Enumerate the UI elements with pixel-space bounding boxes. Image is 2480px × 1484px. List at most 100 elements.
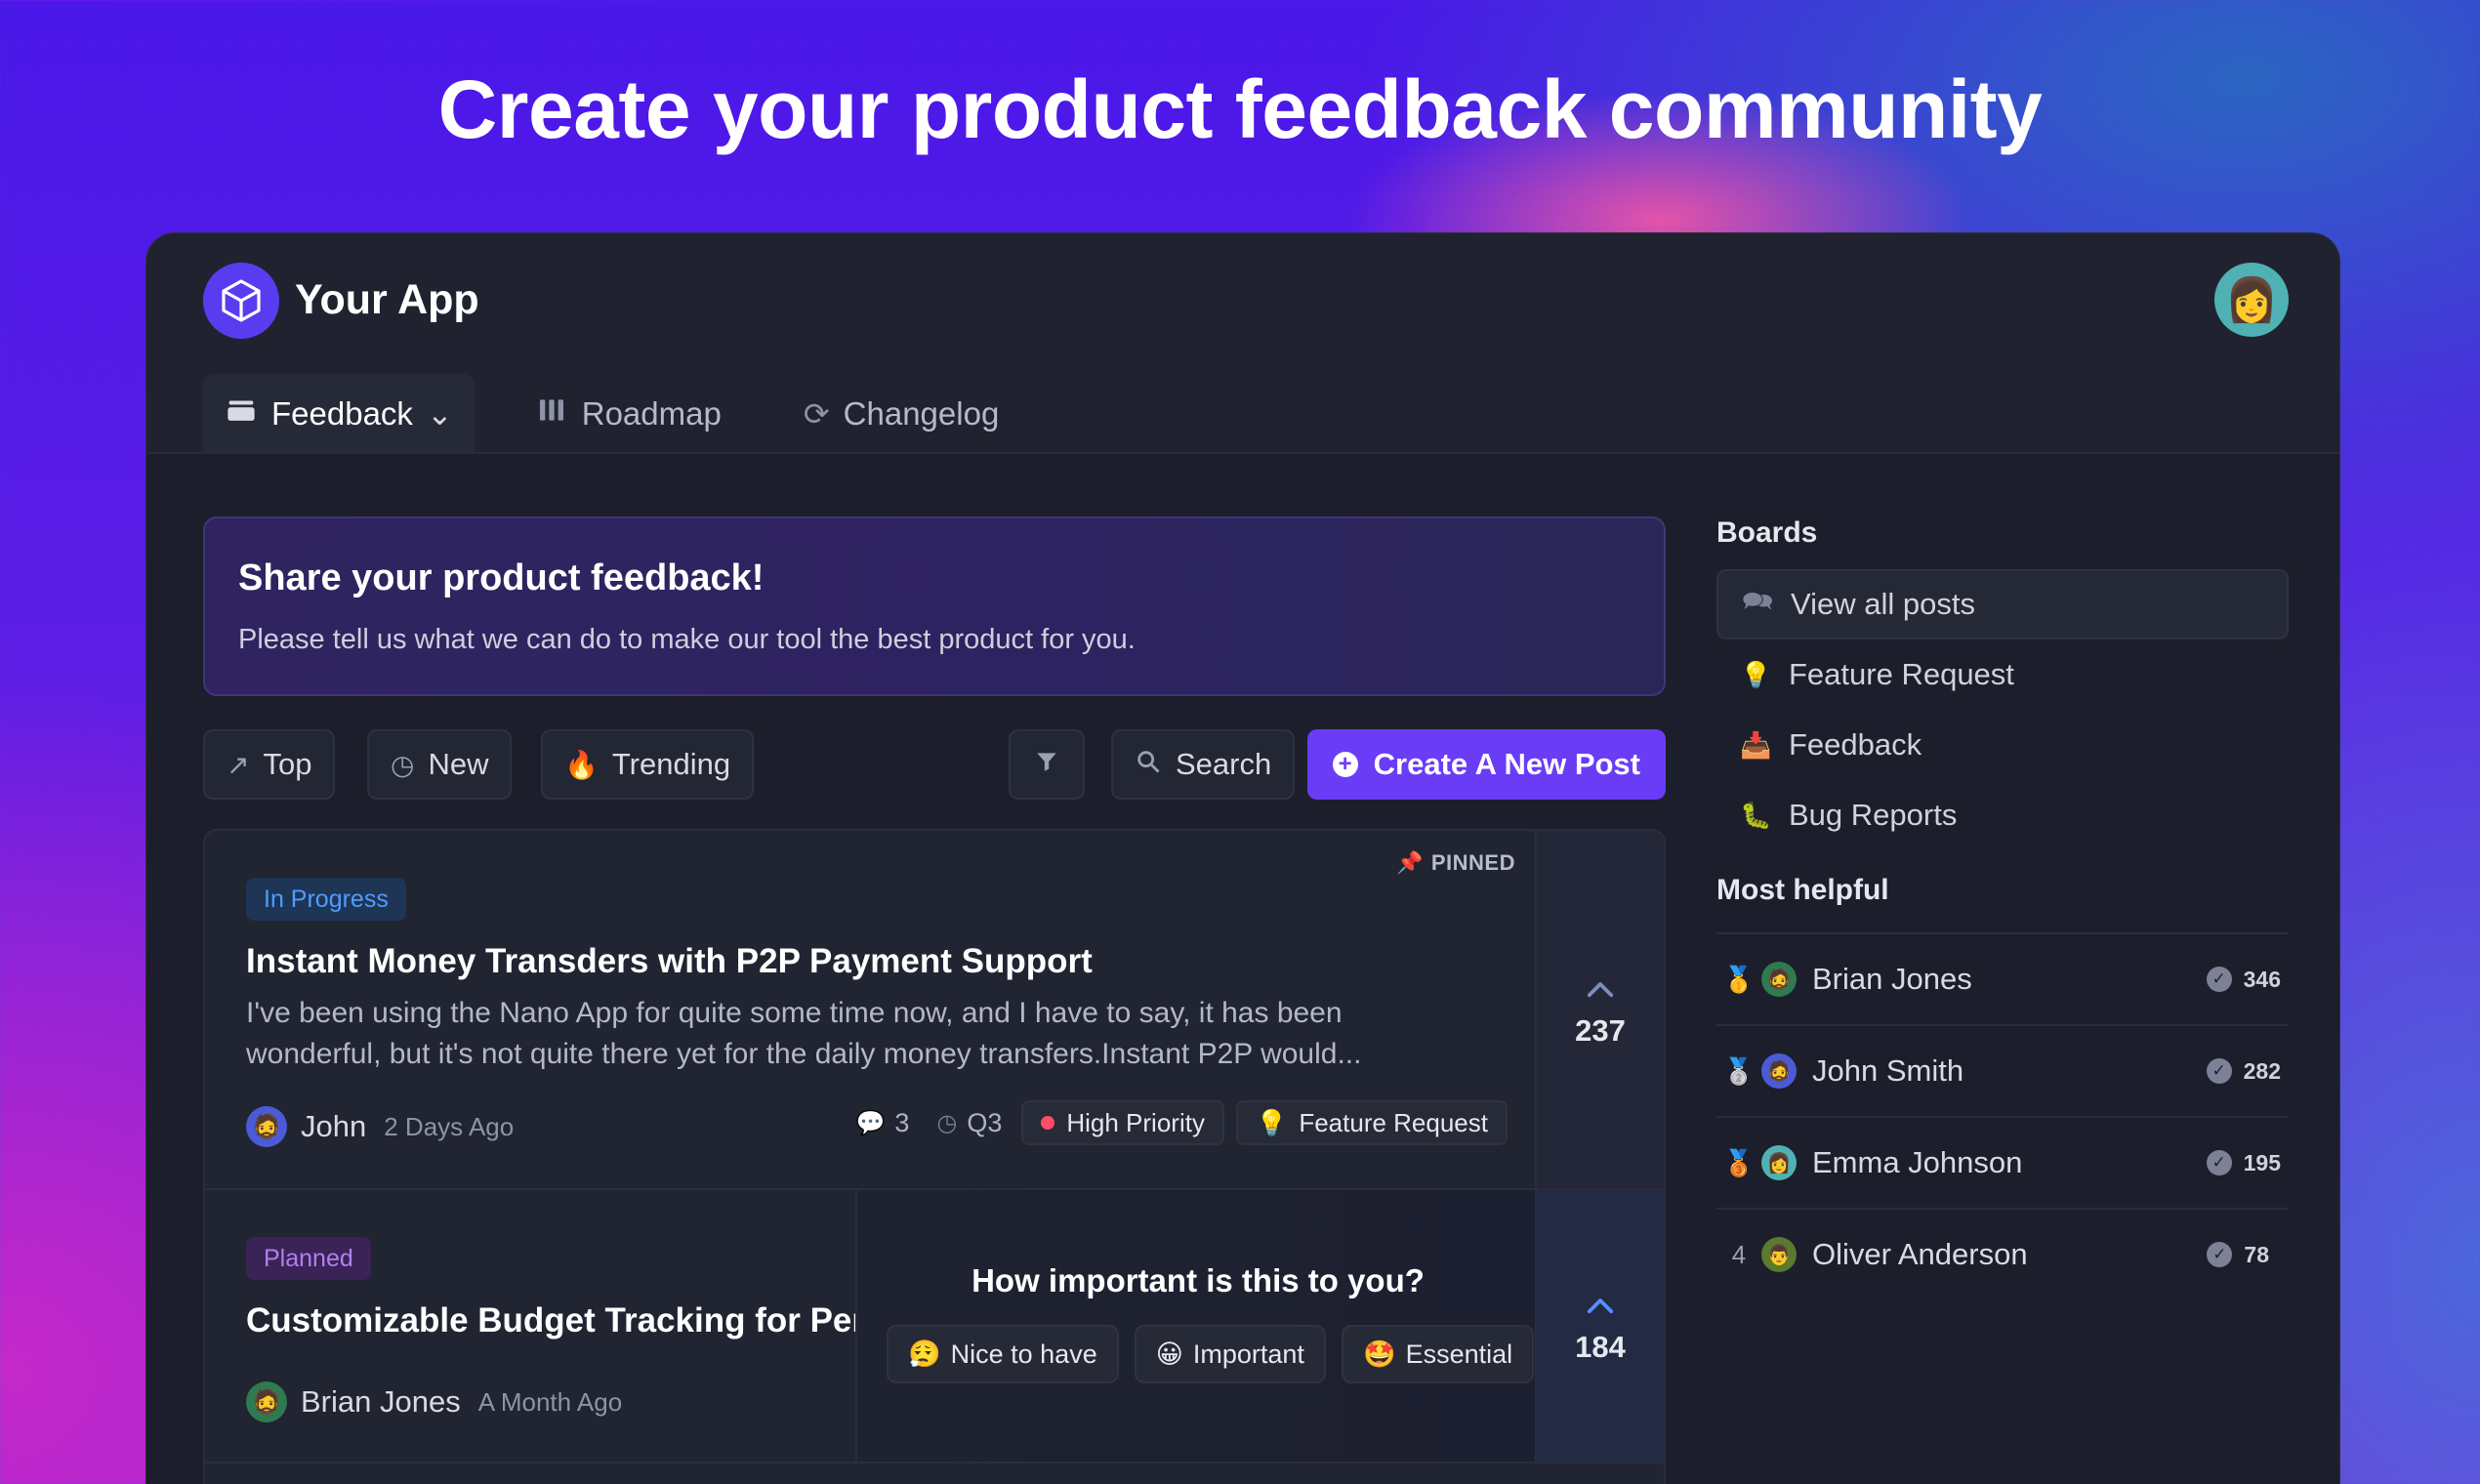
top-bar: Your App 👩 Feedback ⌄ Roadmap ⟳ Changelo…	[146, 233, 2339, 454]
vote-count: 237	[1575, 1013, 1626, 1048]
banner-text: Please tell us what we can do to make ou…	[238, 624, 1136, 655]
funnel-icon	[1034, 749, 1059, 781]
sidebar-item-feature-request[interactable]: 💡 Feature Request	[1716, 639, 2289, 710]
sidebar-item-label: Bug Reports	[1789, 798, 1958, 832]
author-name[interactable]: John	[301, 1109, 366, 1144]
survey-option-label: Nice to have	[950, 1339, 1097, 1369]
priority-label: High Priority	[1066, 1107, 1205, 1137]
silver-medal-icon: 🥈	[1722, 1055, 1756, 1086]
board-chip[interactable]: 💡 Feature Request	[1235, 1100, 1508, 1145]
filter-trending-button[interactable]: 🔥 Trending	[541, 729, 755, 800]
filter-trending-label: Trending	[611, 747, 731, 781]
author-name[interactable]: Brian Jones	[301, 1384, 461, 1420]
cube-icon	[222, 279, 261, 322]
comment-count: 💬 3	[847, 1108, 917, 1138]
tab-roadmap[interactable]: Roadmap	[514, 374, 743, 454]
post-card[interactable]: Planned Customizable Budget Tracking for…	[205, 1190, 1664, 1463]
status-badge: Planned	[246, 1237, 371, 1280]
lightbulb-icon: 💡	[1740, 659, 1772, 689]
post-author: 🧔 Brian Jones A Month Ago	[246, 1381, 622, 1422]
filter-top-label: Top	[263, 747, 312, 781]
leaderboard-row[interactable]: 🥉 👩 Emma Johnson ✓ 195	[1716, 1116, 2289, 1208]
search-icon	[1135, 748, 1162, 782]
leader-score-value: 346	[2243, 966, 2281, 992]
post-time: A Month Ago	[477, 1386, 623, 1417]
map-icon	[535, 394, 568, 433]
leader-name: Oliver Anderson	[1812, 1237, 2028, 1271]
app-name[interactable]: Your App	[295, 276, 479, 324]
user-avatar-icon: 👩	[2224, 276, 2279, 324]
survey-option-nice-to-have[interactable]: 😮‍💨 Nice to have	[887, 1325, 1119, 1383]
filter-bar: ↗ Top ◷ New 🔥 Trending Search + Create A…	[203, 729, 1666, 800]
search-label: Search	[1176, 747, 1272, 781]
post-author: 🧔 John 2 Days Ago	[246, 1106, 514, 1147]
avatar[interactable]: 🧔	[246, 1106, 287, 1147]
filter-new-button[interactable]: ◷ New	[367, 729, 513, 800]
sidebar-item-label: Feature Request	[1789, 657, 2014, 691]
priority-dot-icon	[1041, 1116, 1055, 1130]
post-card[interactable]: In Progress 📌 PINNED Instant Money Trans…	[205, 831, 1664, 1190]
comment-icon: 💬	[855, 1109, 886, 1136]
leaderboard-row[interactable]: 🥇 🧔 Brian Jones ✓ 346	[1716, 932, 2289, 1024]
leaderboard-row[interactable]: 🥈 🧔 John Smith ✓ 282	[1716, 1024, 2289, 1116]
sidebar-item-feedback[interactable]: 📥 Feedback	[1716, 710, 2289, 780]
upvote-button[interactable]: 237	[1535, 831, 1664, 1188]
sidebar-item-view-all[interactable]: 🗪 View all posts	[1716, 569, 2289, 639]
survey-option-label: Essential	[1405, 1339, 1513, 1369]
leader-name: John Smith	[1812, 1053, 1964, 1088]
avatar: 🧔	[1761, 1053, 1797, 1089]
survey-option-important[interactable]: 😀 Important	[1134, 1325, 1326, 1383]
chat-bubbles-icon: 🗪	[1742, 586, 1774, 615]
tab-changelog[interactable]: ⟳ Changelog	[782, 374, 1020, 454]
check-badge-icon: ✓	[2206, 1150, 2232, 1175]
main-tabs: Feedback ⌄ Roadmap ⟳ Changelog	[203, 374, 1020, 454]
most-helpful: Most helpful 🥇 🧔 Brian Jones ✓ 346 🥈 🧔 J…	[1716, 874, 2289, 1299]
avatar[interactable]: 🧔	[246, 1381, 287, 1422]
survey-option-essential[interactable]: 🤩 Essential	[1341, 1325, 1535, 1383]
inbox-stack-icon	[225, 395, 258, 433]
rank-number: 4	[1731, 1239, 1747, 1269]
filter-funnel-button[interactable]	[1009, 729, 1085, 800]
priority-chip[interactable]: High Priority	[1021, 1100, 1224, 1145]
create-post-button[interactable]: + Create A New Post	[1306, 729, 1666, 800]
tab-feedback[interactable]: Feedback ⌄	[203, 374, 475, 454]
create-post-label: Create A New Post	[1373, 747, 1640, 781]
upvote-button[interactable]: 184	[1535, 1190, 1664, 1462]
app-logo[interactable]	[203, 263, 279, 339]
sidebar-item-bug-reports[interactable]: 🐛 Bug Reports	[1716, 780, 2289, 850]
hero-title: Create your product feedback community	[437, 63, 2043, 155]
survey-options: 😮‍💨 Nice to have 😀 Important 🤩 Essential	[887, 1325, 1535, 1383]
survey-option-label: Important	[1192, 1339, 1304, 1369]
pin-icon: 📌	[1395, 850, 1424, 875]
tab-roadmap-label: Roadmap	[581, 395, 722, 432]
status-badge: In Progress	[246, 878, 406, 921]
clock-icon: ◷	[391, 749, 415, 780]
avatar: 🧔	[1761, 962, 1797, 997]
tab-feedback-label: Feedback	[271, 395, 413, 432]
flame-icon: 🔥	[564, 749, 599, 780]
leader-score: ✓ 195	[2206, 1149, 2281, 1176]
sidebar-item-label: Feedback	[1789, 727, 1922, 762]
chevron-down-icon[interactable]: ⌄	[427, 395, 453, 433]
leader-score-value: 78	[2244, 1241, 2269, 1267]
pinned-label: 📌 PINNED	[1396, 850, 1515, 876]
grinning-face-icon: 😀	[1155, 1339, 1183, 1369]
leader-name: Brian Jones	[1812, 962, 1972, 996]
filter-top-button[interactable]: ↗ Top	[203, 729, 336, 800]
most-helpful-title: Most helpful	[1716, 874, 1889, 906]
eta-label: ◷ Q3	[929, 1108, 1010, 1138]
pinned-text: PINNED	[1430, 850, 1515, 875]
post-meta: 💬 3 ◷ Q3 High Priority 💡 Feature Request	[847, 1100, 1508, 1145]
post-title[interactable]: Instant Money Transders with P2P Payment…	[246, 942, 1093, 981]
check-badge-icon: ✓	[2206, 1058, 2232, 1084]
search-button[interactable]: Search	[1111, 729, 1296, 800]
star-eyes-icon: 🤩	[1362, 1340, 1396, 1369]
bronze-medal-icon: 🥉	[1722, 1147, 1756, 1177]
user-avatar[interactable]: 👩	[2214, 263, 2289, 337]
relieved-face-icon: 😮‍💨	[908, 1340, 941, 1369]
sidebar-item-label: View all posts	[1791, 587, 1975, 621]
leader-score-value: 195	[2243, 1149, 2281, 1175]
leaderboard-row[interactable]: 4 👨 Oliver Anderson ✓ 78	[1716, 1208, 2289, 1299]
tab-changelog-label: Changelog	[843, 395, 1000, 432]
board-chip-label: Feature Request	[1299, 1107, 1488, 1137]
